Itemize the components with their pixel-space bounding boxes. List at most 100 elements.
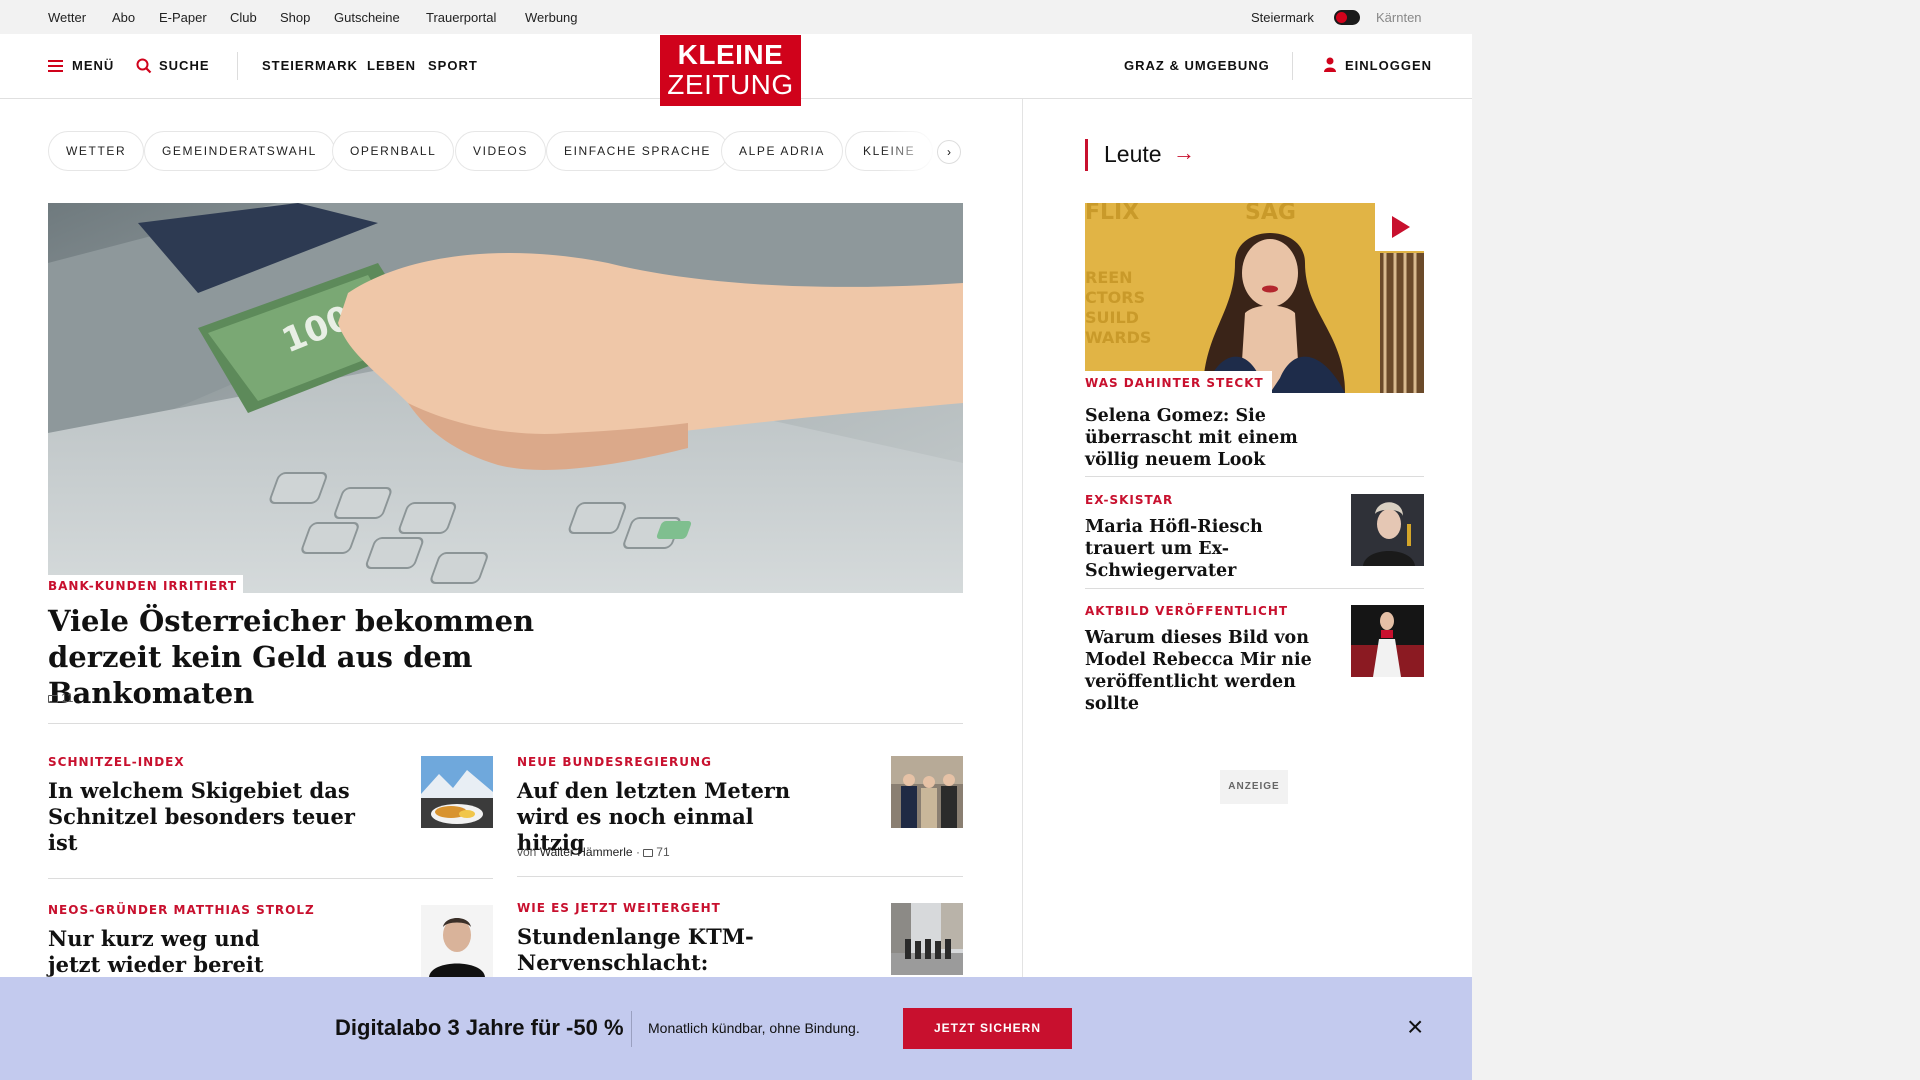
logo-line-2: ZEITUNG xyxy=(667,69,794,100)
arrow-right-icon[interactable]: → xyxy=(1173,140,1195,166)
nav-graz-umgebung[interactable]: GRAZ & UMGEBUNG xyxy=(1124,58,1270,73)
article-thumbnail[interactable] xyxy=(891,903,963,975)
nav-steiermark[interactable]: STEIERMARK xyxy=(262,58,358,73)
article-kicker: NEOS-GRÜNDER MATTHIAS STROLZ xyxy=(48,903,315,917)
menu-icon[interactable] xyxy=(48,60,63,72)
divider xyxy=(517,876,963,877)
meta-dot: · xyxy=(635,845,640,859)
side-kicker: AKTBILD VERÖFFENTLICHT xyxy=(1085,604,1289,618)
portrait-image xyxy=(421,905,493,977)
region-kaernten[interactable]: Kärnten xyxy=(1376,10,1422,25)
chevron-right-icon[interactable]: › xyxy=(937,140,961,164)
search-icon[interactable] xyxy=(136,58,152,74)
subscription-banner: Digitalabo 3 Jahre für -50 % Monatlich k… xyxy=(0,977,1472,1080)
svg-text:SUILD: SUILD xyxy=(1085,308,1139,327)
util-link-trauerportal[interactable]: Trauerportal xyxy=(426,10,496,25)
divider xyxy=(1085,476,1424,477)
svg-text:SAG: SAG xyxy=(1245,203,1296,225)
util-link-wetter[interactable]: Wetter xyxy=(48,10,86,25)
util-link-werbung[interactable]: Werbung xyxy=(525,10,578,25)
banner-title: Digitalabo 3 Jahre für -50 % xyxy=(335,1015,624,1040)
svg-text:FLIX: FLIX xyxy=(1085,203,1139,225)
region-steiermark[interactable]: Steiermark xyxy=(1251,10,1314,25)
selena-gomez-image: FLIX SAG REENCTORSSUILDWARDS xyxy=(1085,203,1424,393)
nav-divider xyxy=(237,52,238,80)
side-kicker: WAS DAHINTER STECKT xyxy=(1085,371,1272,393)
user-icon[interactable] xyxy=(1324,57,1336,73)
schnitzel-mountain-image xyxy=(421,756,493,828)
article-kicker: SCHNITZEL-INDEX xyxy=(48,755,185,769)
menu-button[interactable]: MENÜ xyxy=(72,58,114,73)
side-thumbnail[interactable] xyxy=(1351,494,1424,566)
nav-sport[interactable]: SPORT xyxy=(428,58,478,73)
page-background-right xyxy=(1472,0,1920,1080)
util-link-club[interactable]: Club xyxy=(230,10,257,25)
banner-subtitle: Monatlich kündbar, ohne Bindung. xyxy=(648,1020,860,1036)
article-title[interactable]: In welchem Skigebiet das Schnitzel beson… xyxy=(48,778,368,856)
svg-text:CTORS: CTORS xyxy=(1085,288,1145,307)
street-crowd-image xyxy=(891,903,963,975)
hero-image[interactable]: 100 xyxy=(48,203,963,593)
side-hero-image[interactable]: FLIX SAG REEN CTORS SUILD WARDS xyxy=(1085,203,1424,393)
divider xyxy=(48,723,963,724)
util-link-gutscheine[interactable]: Gutscheine xyxy=(334,10,400,25)
chip-videos[interactable]: VIDEOS xyxy=(455,131,546,171)
article-meta: von Walter Hämmerle · 71 xyxy=(517,845,670,859)
page: Wetter Abo E-Paper Club Shop Gutscheine … xyxy=(0,0,1472,1080)
video-play-button[interactable] xyxy=(1375,203,1424,251)
divider xyxy=(48,878,493,879)
politicians-image xyxy=(891,756,963,828)
article-kicker: WIE ES JETZT WEITERGEHT xyxy=(517,901,721,915)
subscribe-button[interactable]: JETZT SICHERN xyxy=(903,1008,1072,1049)
article-kicker: NEUE BUNDESREGIERUNG xyxy=(517,755,712,769)
article-thumbnail[interactable] xyxy=(891,756,963,828)
rebecca-mir-image xyxy=(1351,605,1424,677)
section-title-leute[interactable]: Leute xyxy=(1104,141,1162,168)
chip-einfache-sprache[interactable]: EINFACHE SPRACHE xyxy=(546,131,729,171)
chip-fade xyxy=(880,131,940,171)
hero-meta: 11 xyxy=(48,691,73,705)
svg-text:WARDS: WARDS xyxy=(1085,328,1151,347)
article-thumbnail[interactable] xyxy=(421,756,493,828)
chip-opernball[interactable]: OPERNBALL xyxy=(332,131,455,171)
maria-hoefl-riesch-image xyxy=(1351,494,1424,566)
chip-wetter[interactable]: WETTER xyxy=(48,131,145,171)
hero-comment-count[interactable]: 11 xyxy=(61,691,73,705)
hero-kicker: BANK-KUNDEN IRRITIERT xyxy=(48,575,244,597)
chip-alpe-adria[interactable]: ALPE ADRIA xyxy=(721,131,844,171)
chip-gemeinderatswahl[interactable]: GEMEINDERATSWAHL xyxy=(144,131,335,171)
side-title[interactable]: Warum dieses Bild von Model Rebecca Mir … xyxy=(1085,627,1335,715)
close-icon[interactable]: × xyxy=(1407,1012,1423,1042)
util-link-epaper[interactable]: E-Paper xyxy=(159,10,207,25)
section-marker xyxy=(1085,139,1088,171)
banner-divider xyxy=(631,1011,632,1047)
logo-line-1: KLEINE xyxy=(677,39,784,70)
author-name[interactable]: Walter Hämmerle xyxy=(540,845,633,859)
region-toggle[interactable] xyxy=(1334,10,1360,25)
column-divider xyxy=(1022,99,1023,979)
svg-text:REEN: REEN xyxy=(1085,268,1133,287)
util-link-shop[interactable]: Shop xyxy=(280,10,310,25)
article-thumbnail[interactable] xyxy=(421,905,493,977)
utility-bar: Wetter Abo E-Paper Club Shop Gutscheine … xyxy=(0,0,1472,34)
side-title[interactable]: Selena Gomez: Sie überrascht mit einem v… xyxy=(1085,405,1345,471)
atm-illustration: 100 xyxy=(48,203,963,593)
kleine-zeitung-logo[interactable]: KLEINE ZEITUNG xyxy=(660,35,801,106)
play-icon xyxy=(1392,216,1410,238)
divider xyxy=(1085,588,1424,589)
article-title[interactable]: Nur kurz weg und jetzt wieder bereit xyxy=(48,926,268,978)
nav-divider-right xyxy=(1292,52,1293,80)
side-kicker: EX-SKISTAR xyxy=(1085,493,1174,507)
article-comment-count[interactable]: 71 xyxy=(656,845,669,859)
ad-label: ANZEIGE xyxy=(1220,770,1288,804)
main-nav: MENÜ SUCHE STEIERMARK LEBEN SPORT KLEINE… xyxy=(0,34,1472,106)
hero-title[interactable]: Viele Österreicher bekommen derzeit kein… xyxy=(48,603,608,711)
util-link-abo[interactable]: Abo xyxy=(112,10,135,25)
comment-icon xyxy=(643,849,654,857)
author-prefix: von xyxy=(517,845,537,859)
login-button[interactable]: EINLOGGEN xyxy=(1345,58,1432,73)
search-button[interactable]: SUCHE xyxy=(159,58,210,73)
side-thumbnail[interactable] xyxy=(1351,605,1424,677)
side-title[interactable]: Maria Höfl-Riesch trauert um Ex-Schwiege… xyxy=(1085,516,1325,582)
nav-leben[interactable]: LEBEN xyxy=(367,58,416,73)
